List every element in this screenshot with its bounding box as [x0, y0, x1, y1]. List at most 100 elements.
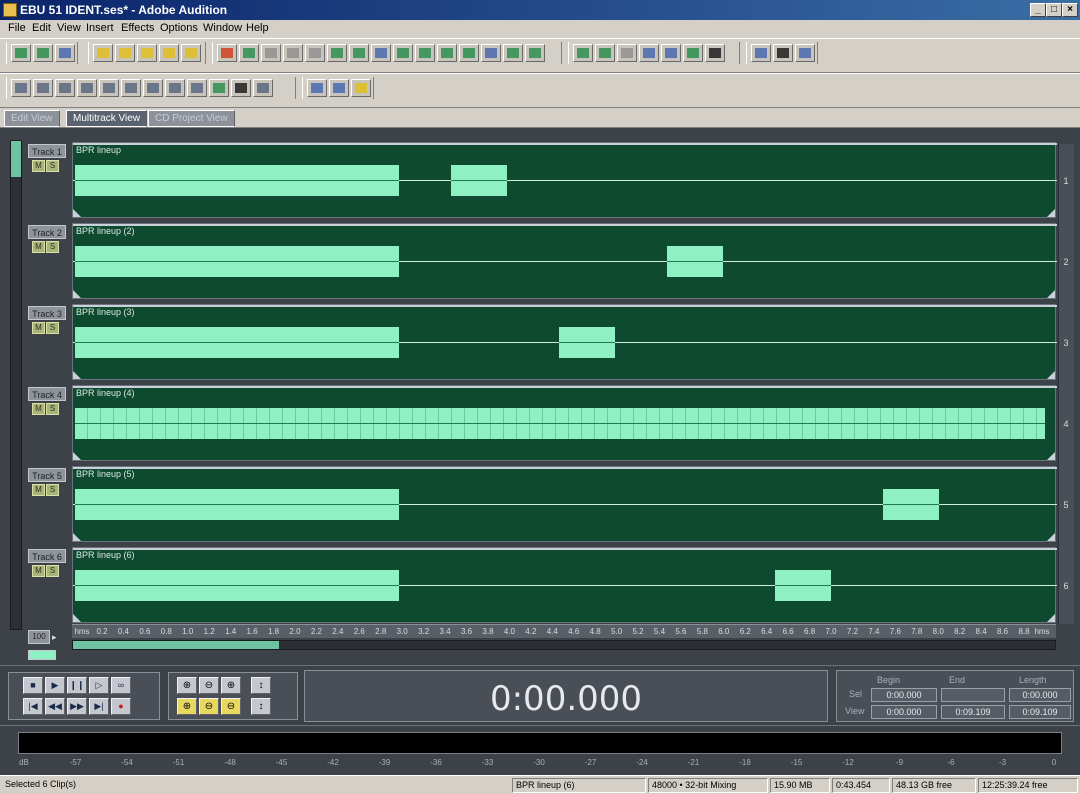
- horizontal-scrollbar[interactable]: [72, 640, 1056, 650]
- hybrid-tool-icon[interactable]: [751, 44, 771, 62]
- loop-icon[interactable]: [481, 44, 501, 62]
- solo-icon[interactable]: S: [46, 403, 59, 415]
- track-header[interactable]: Track 2 MS: [28, 223, 68, 303]
- selection-window-icon[interactable]: [187, 79, 207, 97]
- record-button[interactable]: ●: [111, 698, 131, 715]
- track-lane[interactable]: BPR lineup: [72, 142, 1057, 218]
- mixer-icon[interactable]: [33, 79, 53, 97]
- transport-window-icon[interactable]: [99, 79, 119, 97]
- track-label[interactable]: Track 3: [28, 306, 66, 320]
- sel-length-field[interactable]: 0:00.000: [1009, 688, 1071, 702]
- show-grid-icon[interactable]: [253, 79, 273, 97]
- new-file-icon[interactable]: [93, 44, 113, 62]
- cd-view-icon[interactable]: [55, 44, 75, 62]
- multitrack-view-icon[interactable]: [33, 44, 53, 62]
- tab-multitrack-view[interactable]: Multitrack View: [66, 110, 148, 127]
- zoom-full-icon[interactable]: ⊕: [221, 677, 241, 694]
- view-length-field[interactable]: 0:09.109: [1009, 705, 1071, 719]
- show-clips-icon[interactable]: [209, 79, 229, 97]
- play-button[interactable]: ▶: [45, 677, 65, 694]
- group-icon[interactable]: [415, 44, 435, 62]
- save-session-icon[interactable]: [181, 44, 201, 62]
- solo-icon[interactable]: S: [46, 322, 59, 334]
- waveform-block[interactable]: [75, 165, 399, 196]
- time-window-icon[interactable]: [143, 79, 163, 97]
- show-envelope-icon[interactable]: [231, 79, 251, 97]
- waveform-block[interactable]: [75, 489, 399, 520]
- track-lane[interactable]: BPR lineup (6): [72, 547, 1057, 623]
- zoom-window-icon[interactable]: [121, 79, 141, 97]
- mute-icon[interactable]: M: [32, 322, 45, 334]
- levels-icon[interactable]: [77, 79, 97, 97]
- track-header[interactable]: Track 1 MS: [28, 142, 68, 222]
- track-lane[interactable]: BPR lineup (2): [72, 223, 1057, 299]
- fast-forward-button[interactable]: ▶▶: [67, 698, 87, 715]
- waveform-block[interactable]: [667, 246, 723, 277]
- solo-icon[interactable]: S: [46, 565, 59, 577]
- crossfade-icon[interactable]: [503, 44, 523, 62]
- effects-rack-icon[interactable]: [165, 79, 185, 97]
- track-header[interactable]: Track 3 MS: [28, 304, 68, 384]
- close-button[interactable]: ×: [1062, 3, 1078, 17]
- solo-icon[interactable]: S: [46, 484, 59, 496]
- zoom-in-horizontal-icon[interactable]: ⊕: [177, 677, 197, 694]
- solo-icon[interactable]: S: [46, 160, 59, 172]
- open-session-icon[interactable]: [137, 44, 157, 62]
- vertical-scroll-thumb[interactable]: [11, 141, 21, 177]
- fx-icon[interactable]: [573, 44, 593, 62]
- menu-window[interactable]: Window: [203, 22, 242, 34]
- mixdown-icon[interactable]: [525, 44, 545, 62]
- menu-file[interactable]: File: [8, 22, 26, 34]
- track-props-icon[interactable]: [55, 79, 75, 97]
- stop-button[interactable]: ■: [23, 677, 43, 694]
- menu-help[interactable]: Help: [246, 22, 269, 34]
- mix-paste-icon[interactable]: [349, 44, 369, 62]
- scientific-filter-icon[interactable]: [307, 79, 327, 97]
- copy-icon[interactable]: [283, 44, 303, 62]
- zoom-level-box[interactable]: 100: [28, 630, 50, 644]
- metronome-icon[interactable]: [617, 44, 637, 62]
- time-selection-tool-icon[interactable]: [773, 44, 793, 62]
- trim-icon[interactable]: [371, 44, 391, 62]
- track-header[interactable]: Track 4 MS: [28, 385, 68, 465]
- track-header[interactable]: Track 5 MS: [28, 466, 68, 546]
- view-begin-field[interactable]: 0:00.000: [871, 705, 937, 719]
- go-to-end-button[interactable]: ▶|: [89, 698, 109, 715]
- horizontal-scroll-thumb[interactable]: [73, 641, 279, 649]
- eq-icon[interactable]: [595, 44, 615, 62]
- track-label[interactable]: Track 2: [28, 225, 66, 239]
- undo-icon[interactable]: [217, 44, 237, 62]
- move-tool-icon[interactable]: [795, 44, 815, 62]
- menu-edit[interactable]: Edit: [32, 22, 51, 34]
- menu-view[interactable]: View: [57, 22, 81, 34]
- cut-icon[interactable]: [261, 44, 281, 62]
- script-icon[interactable]: [351, 79, 371, 97]
- marker-icon[interactable]: [639, 44, 659, 62]
- zoom-in-vertical-icon[interactable]: ↕: [251, 677, 271, 694]
- timeline-ruler[interactable]: hms hms 0.2 0.4 0.6 0.8 1.0 1.2 1.4 1.6 1.8 2.0 2.…: [72, 624, 1056, 638]
- app-icon[interactable]: [3, 3, 17, 17]
- edit-view-icon[interactable]: [11, 44, 31, 62]
- device-icon[interactable]: [705, 44, 725, 62]
- track-lane[interactable]: BPR lineup (5): [72, 466, 1057, 542]
- track-label[interactable]: Track 5: [28, 468, 66, 482]
- zoom-selection-icon[interactable]: ⊖: [221, 698, 241, 715]
- sel-begin-field[interactable]: 0:00.000: [871, 688, 937, 702]
- waveform-block[interactable]: [75, 246, 399, 277]
- pause-button[interactable]: ❙❙: [67, 677, 87, 694]
- open-file-icon[interactable]: [115, 44, 135, 62]
- tab-edit-view[interactable]: Edit View: [4, 110, 60, 127]
- waveform-block[interactable]: [75, 408, 1045, 439]
- view-end-field[interactable]: 0:09.109: [941, 705, 1005, 719]
- track-color-swatch[interactable]: [28, 650, 56, 660]
- waveform-block[interactable]: [559, 327, 615, 358]
- track-lane[interactable]: BPR lineup (3): [72, 304, 1057, 380]
- waveform-block[interactable]: [75, 327, 399, 358]
- analysis-icon[interactable]: [329, 79, 349, 97]
- zoom-arrow-icon[interactable]: ▸: [52, 632, 57, 643]
- loop-button[interactable]: ∞: [111, 677, 131, 694]
- redo-icon[interactable]: [239, 44, 259, 62]
- zoom-out-horizontal-icon[interactable]: ⊖: [199, 677, 219, 694]
- mute-icon[interactable]: M: [32, 565, 45, 577]
- envelope-icon[interactable]: [459, 44, 479, 62]
